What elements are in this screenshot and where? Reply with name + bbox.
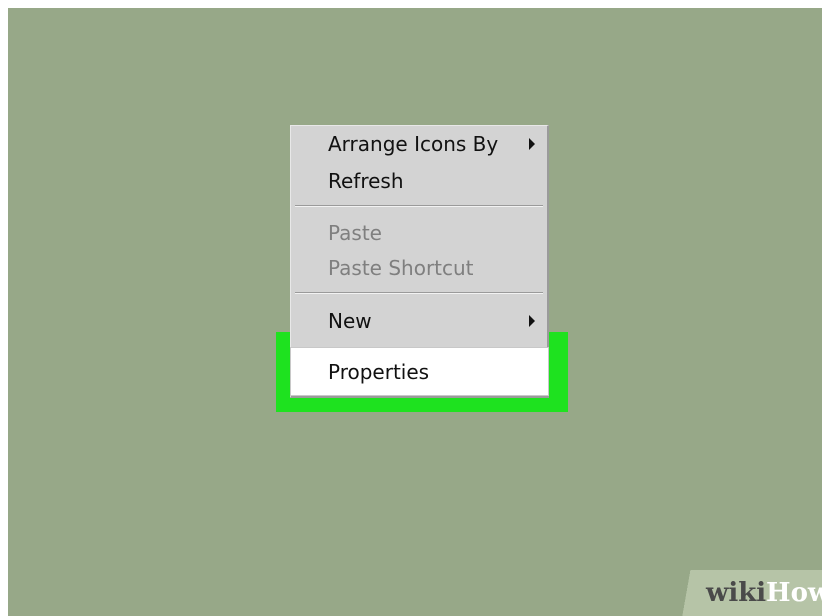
menu-item-arrange-icons-by[interactable]: Arrange Icons By [328, 129, 498, 159]
menu-item-paste[interactable]: Paste [328, 218, 382, 248]
menu-item-properties[interactable]: Properties [290, 347, 549, 396]
submenu-arrow-icon [529, 138, 535, 150]
menu-separator [295, 205, 543, 207]
menu-item-paste-shortcut[interactable]: Paste Shortcut [328, 253, 474, 283]
menu-item-label: Arrange Icons By [328, 132, 499, 156]
menu-item-new[interactable]: New [328, 306, 372, 336]
watermark-wiki-text: wiki [706, 578, 767, 608]
menu-item-label: Paste [328, 221, 382, 245]
submenu-arrow-icon [529, 315, 535, 327]
menu-item-label: Refresh [328, 169, 404, 193]
screenshot-frame: Arrange Icons By Refresh Paste Paste Sho… [0, 0, 822, 616]
wikihow-watermark: wiki How [662, 570, 822, 616]
watermark-how-text: How [766, 578, 822, 608]
menu-separator [295, 292, 543, 294]
menu-item-refresh[interactable]: Refresh [328, 166, 404, 196]
menu-item-label: New [328, 309, 372, 333]
menu-item-label: Properties [328, 360, 430, 384]
menu-item-label: Paste Shortcut [328, 256, 474, 280]
